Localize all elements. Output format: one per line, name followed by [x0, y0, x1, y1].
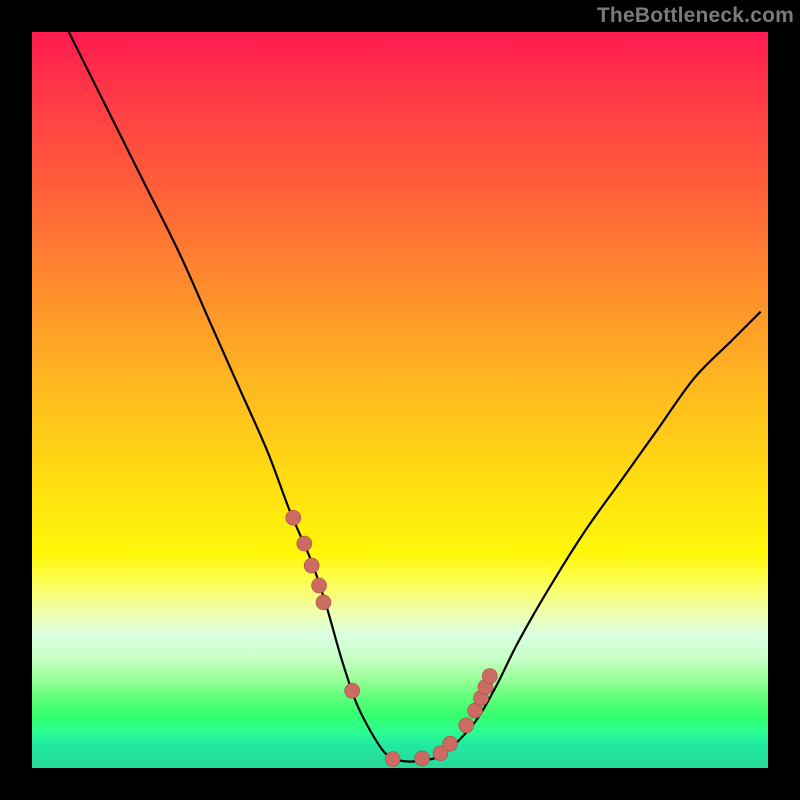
- marker-point: [415, 751, 430, 766]
- marker-point: [385, 752, 400, 767]
- marker-point: [482, 669, 497, 684]
- marker-point: [443, 736, 458, 751]
- marker-point: [304, 558, 319, 573]
- chart-canvas: TheBottleneck.com: [0, 0, 800, 800]
- marker-point: [345, 683, 360, 698]
- marker-point: [297, 536, 312, 551]
- marker-point: [459, 718, 474, 733]
- marker-point: [312, 578, 327, 593]
- marker-group: [286, 510, 498, 766]
- marker-point: [316, 595, 331, 610]
- watermark-text: TheBottleneck.com: [597, 4, 794, 28]
- plot-area: [32, 32, 768, 768]
- bottleneck-curve: [69, 32, 761, 762]
- marker-point: [286, 510, 301, 525]
- chart-svg: [32, 32, 768, 768]
